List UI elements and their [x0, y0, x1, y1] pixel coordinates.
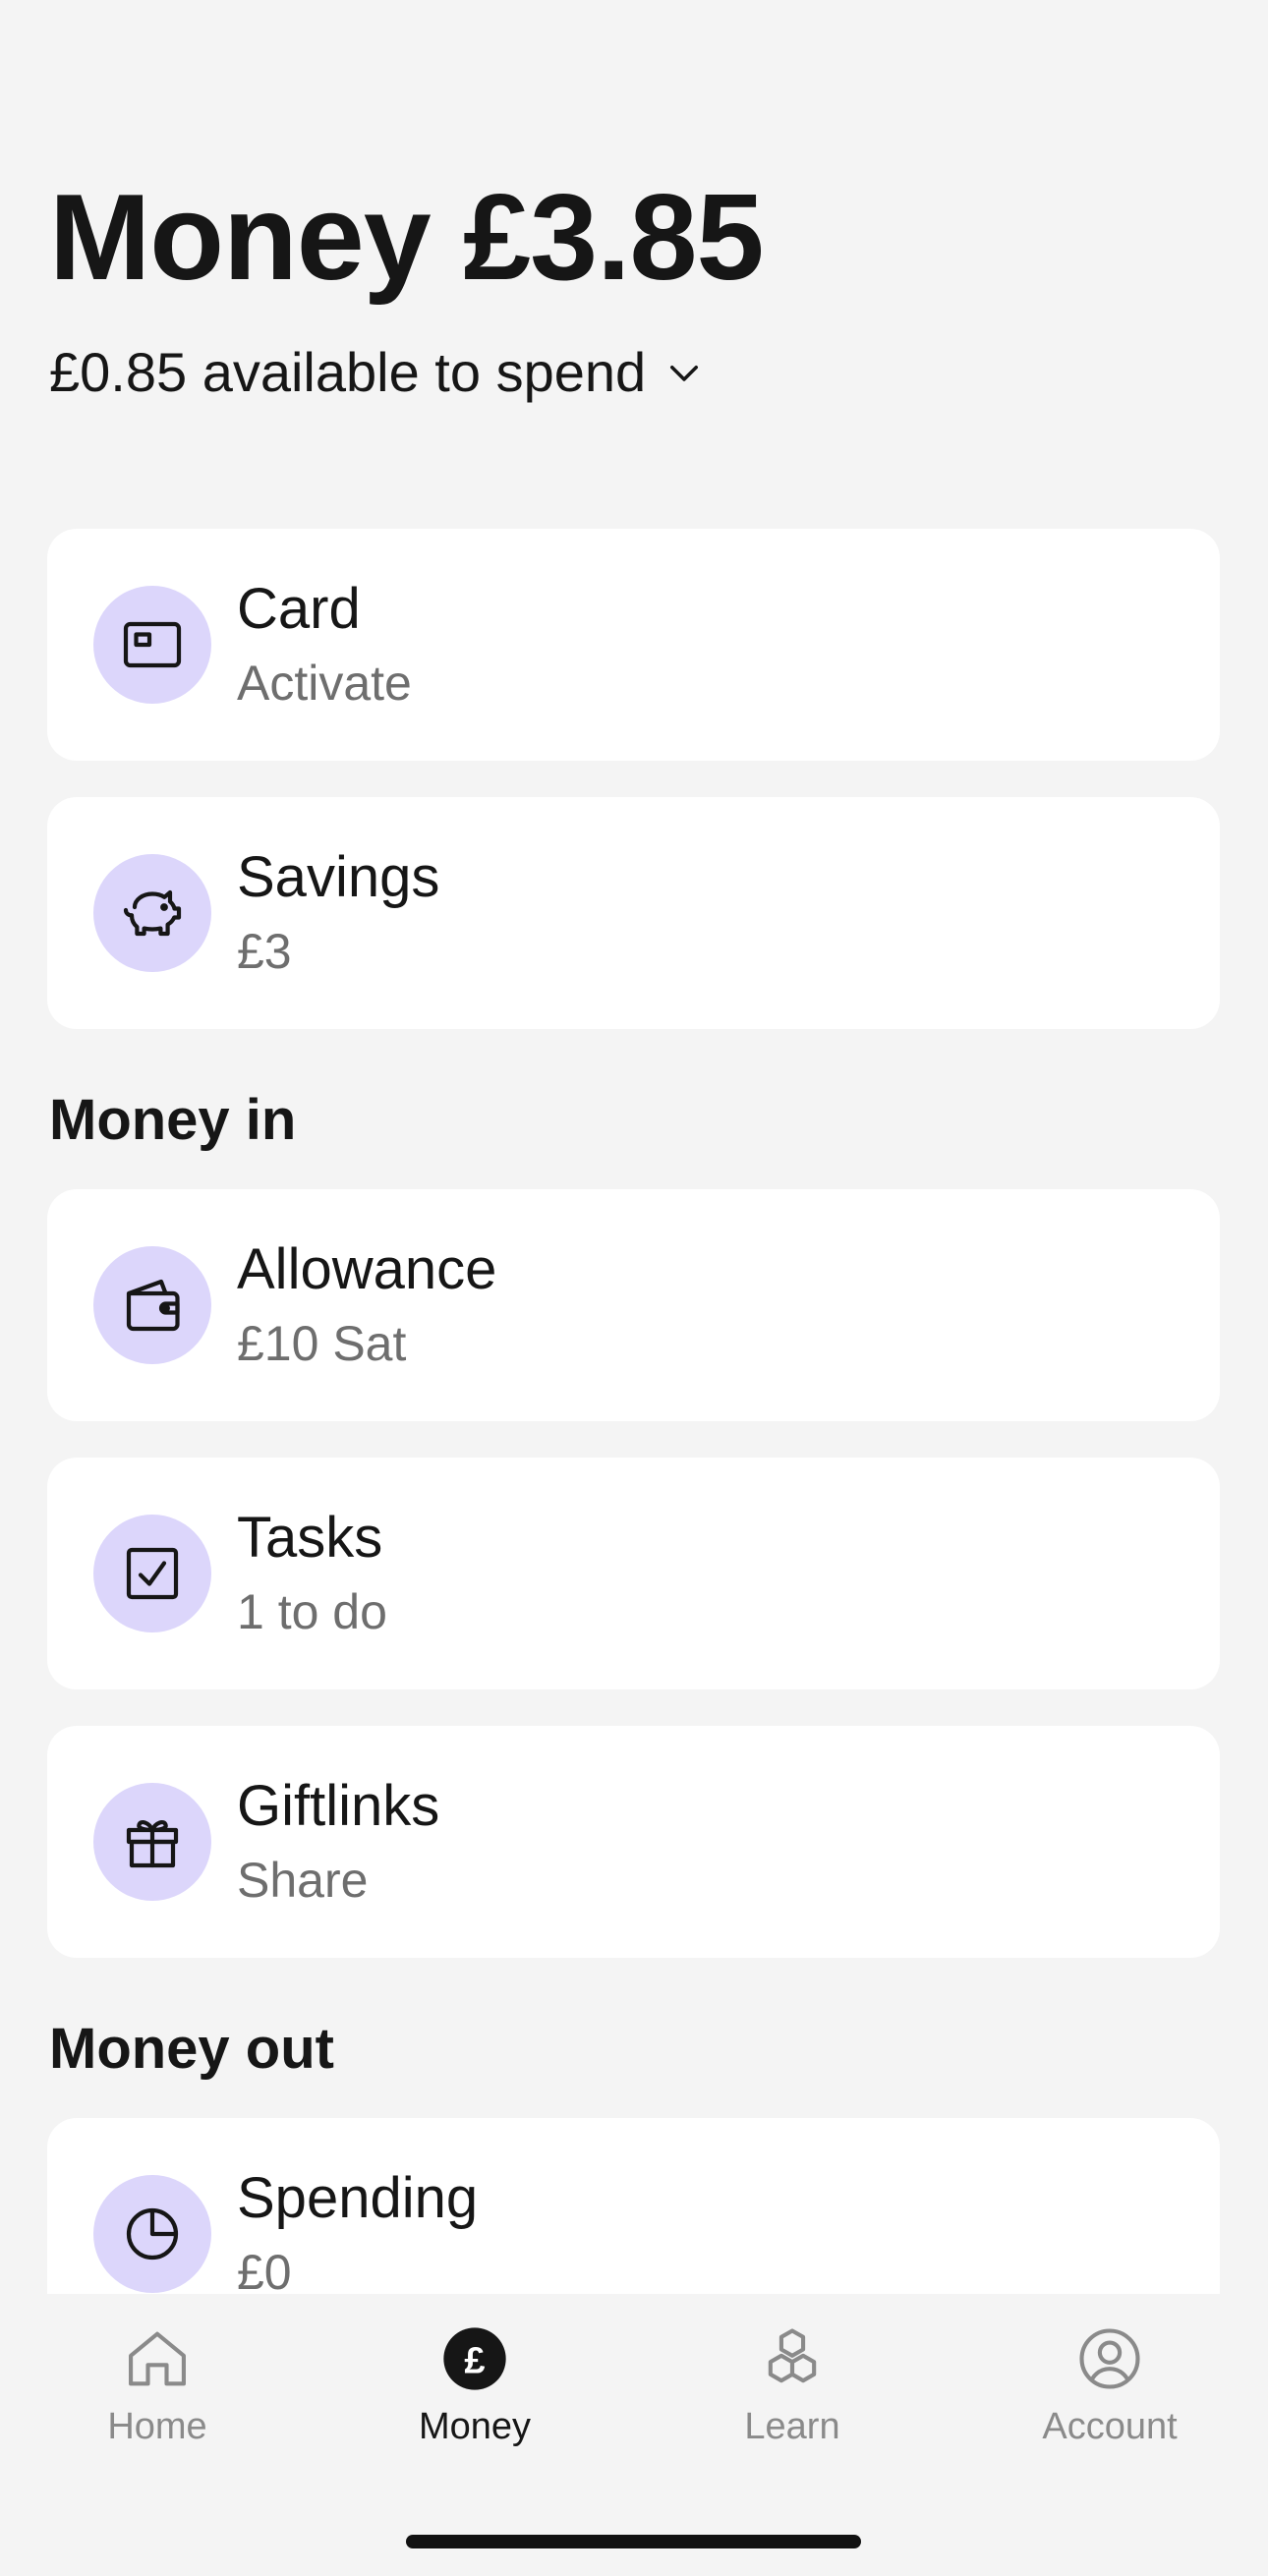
svg-text:£: £ — [464, 2340, 485, 2381]
spending-title: Spending — [237, 2166, 479, 2231]
tab-account[interactable]: Account — [1002, 2321, 1218, 2448]
allowance-row[interactable]: Allowance £10 Sat — [47, 1189, 1220, 1421]
piggy-bank-icon — [123, 889, 182, 937]
allowance-icon-circle — [93, 1246, 211, 1364]
tab-account-label: Account — [1042, 2406, 1178, 2447]
available-balance-toggle[interactable]: £0.85 available to spend — [49, 340, 763, 404]
savings-icon-circle — [93, 854, 211, 972]
giftlinks-row[interactable]: Giftlinks Share — [47, 1726, 1220, 1958]
savings-row[interactable]: Savings £3 — [47, 797, 1220, 1029]
card-row[interactable]: Card Activate — [47, 529, 1220, 761]
giftlinks-icon-circle — [93, 1783, 211, 1901]
giftlinks-subtitle: Share — [237, 1853, 369, 1909]
tab-money-label: Money — [418, 2406, 532, 2447]
section-money-out: Money out — [49, 2017, 334, 2081]
pie-chart-icon — [126, 2207, 179, 2261]
savings-title: Savings — [237, 845, 440, 910]
spending-subtitle: £0 — [237, 2245, 292, 2301]
tasks-title: Tasks — [237, 1506, 383, 1571]
tab-home-label: Home — [107, 2406, 207, 2447]
checkbox-icon — [126, 1547, 179, 1600]
home-icon — [129, 2331, 186, 2386]
tasks-subtitle: 1 to do — [237, 1584, 387, 1640]
account-icon — [1079, 2328, 1140, 2389]
page-title: Money £3.85 — [49, 170, 764, 306]
tab-money[interactable]: £ Money — [367, 2321, 583, 2448]
wallet-icon — [126, 1279, 180, 1332]
available-balance-text: £0.85 available to spend — [49, 341, 647, 403]
allowance-title: Allowance — [237, 1237, 497, 1302]
tasks-row[interactable]: Tasks 1 to do — [47, 1458, 1220, 1689]
savings-subtitle: £3 — [237, 924, 292, 980]
pound-icon: £ — [443, 2327, 506, 2390]
tab-home[interactable]: Home — [49, 2321, 265, 2448]
card-subtitle: Activate — [237, 656, 412, 712]
card-icon-circle — [93, 586, 211, 704]
giftlinks-title: Giftlinks — [237, 1774, 440, 1839]
page-header: Money £3.85 £0.85 available to spend — [49, 170, 764, 404]
tab-learn[interactable]: Learn — [684, 2321, 900, 2448]
section-money-in: Money in — [49, 1088, 297, 1152]
tab-learn-label: Learn — [744, 2406, 840, 2447]
spending-icon-circle — [93, 2175, 211, 2293]
card-title: Card — [237, 577, 361, 642]
hexagons-icon — [768, 2328, 817, 2383]
card-icon — [123, 621, 182, 668]
home-indicator — [406, 2535, 861, 2548]
bottom-tab-bar: Home £ Money Learn Account — [0, 2294, 1268, 2576]
chevron-down-icon — [670, 365, 699, 381]
allowance-subtitle: £10 Sat — [237, 1316, 407, 1372]
tasks-icon-circle — [93, 1515, 211, 1632]
gift-icon — [126, 1819, 179, 1868]
